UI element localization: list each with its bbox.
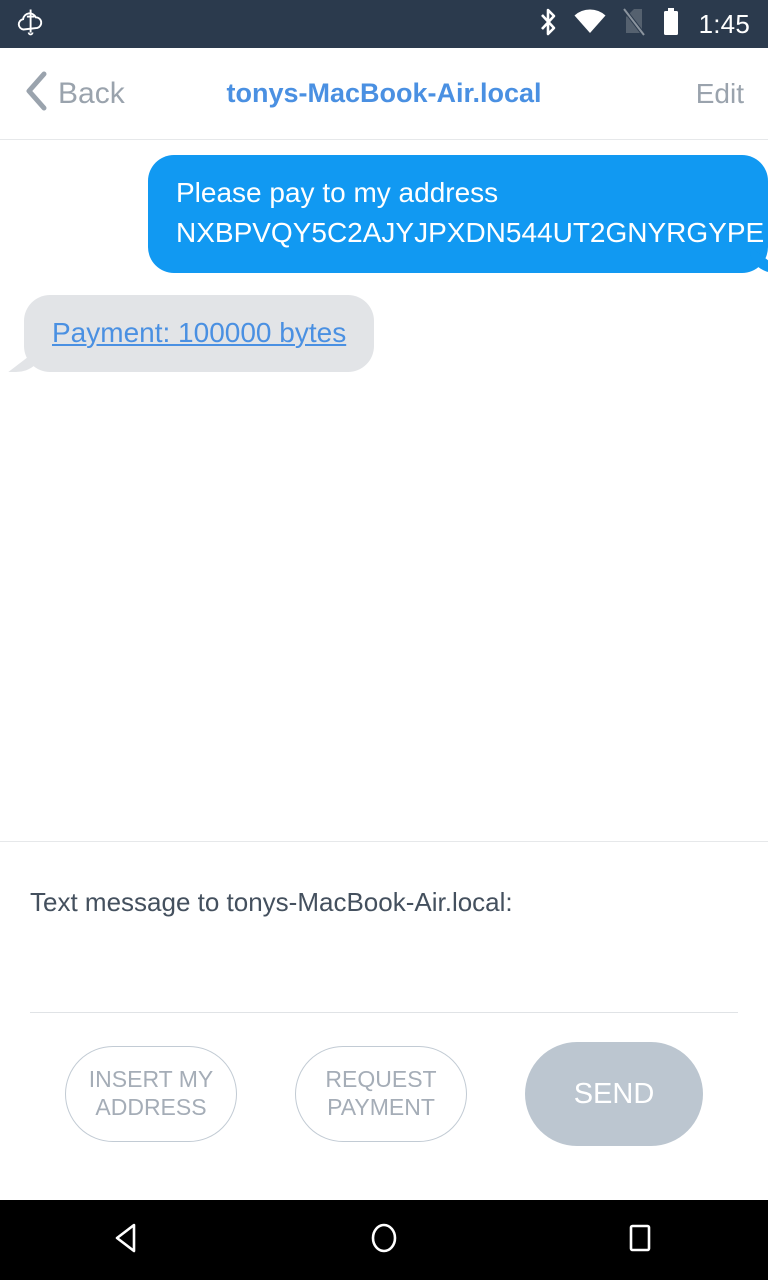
payment-link[interactable]: Payment: 100000 bytes — [52, 317, 346, 348]
send-button-label: SEND — [573, 1077, 655, 1110]
message-bubble-outgoing[interactable]: Please pay to my address NXBPVQY5C2AJYJP… — [148, 155, 768, 273]
nav-back-button[interactable] — [78, 1200, 178, 1280]
wifi-icon — [573, 8, 607, 41]
insert-my-address-label-line1: INSERT MY — [88, 1066, 214, 1093]
nav-home-icon — [364, 1218, 404, 1263]
status-bar: 1:45 — [0, 0, 768, 48]
nav-recents-icon — [620, 1218, 660, 1263]
status-bar-right: 1:45 — [537, 7, 750, 42]
bluetooth-icon — [537, 7, 559, 42]
message-row-incoming: Payment: 100000 bytes — [0, 273, 768, 373]
request-payment-label-line1: REQUEST — [325, 1066, 437, 1093]
insert-my-address-label-line2: ADDRESS — [95, 1094, 207, 1120]
back-button-label: Back — [58, 76, 125, 110]
app-bar: Back tonys-MacBook-Air.local Edit — [0, 48, 768, 140]
insert-my-address-button[interactable]: INSERT MY ADDRESS — [65, 1046, 237, 1142]
status-bar-clock: 1:45 — [698, 8, 750, 39]
composer-label: Text message to tonys-MacBook-Air.local: — [30, 887, 513, 917]
message-input[interactable] — [30, 932, 738, 1012]
nav-back-icon — [108, 1218, 148, 1263]
conversation-thread[interactable]: Please pay to my address NXBPVQY5C2AJYJP… — [0, 141, 768, 841]
request-payment-button[interactable]: REQUEST PAYMENT — [295, 1046, 467, 1142]
request-payment-label-line2: PAYMENT — [327, 1094, 435, 1120]
nav-home-button[interactable] — [334, 1200, 434, 1280]
message-text-address: NXBPVQY5C2AJYJPXDN544UT2GNYRGYPE — [176, 216, 765, 248]
no-sim-icon — [621, 7, 647, 42]
send-button[interactable]: SEND — [525, 1042, 703, 1146]
cloud-sword-icon — [14, 5, 48, 44]
status-bar-left — [14, 5, 48, 44]
message-bubble-incoming[interactable]: Payment: 100000 bytes — [24, 294, 375, 373]
message-composer: Text message to tonys-MacBook-Air.local:… — [0, 841, 768, 1200]
composer-divider — [30, 1012, 738, 1013]
nav-recents-button[interactable] — [590, 1200, 690, 1280]
composer-actions: INSERT MY ADDRESS REQUEST PAYMENT SEND — [0, 1042, 768, 1146]
back-button[interactable]: Back — [24, 70, 125, 117]
android-navigation-bar — [0, 1200, 768, 1280]
edit-button[interactable]: Edit — [696, 78, 744, 110]
battery-full-icon — [661, 7, 681, 42]
message-row-outgoing: Please pay to my address NXBPVQY5C2AJYJP… — [0, 141, 768, 273]
message-text-line-1: Please pay to my address — [176, 177, 499, 208]
chevron-left-icon — [24, 70, 50, 117]
